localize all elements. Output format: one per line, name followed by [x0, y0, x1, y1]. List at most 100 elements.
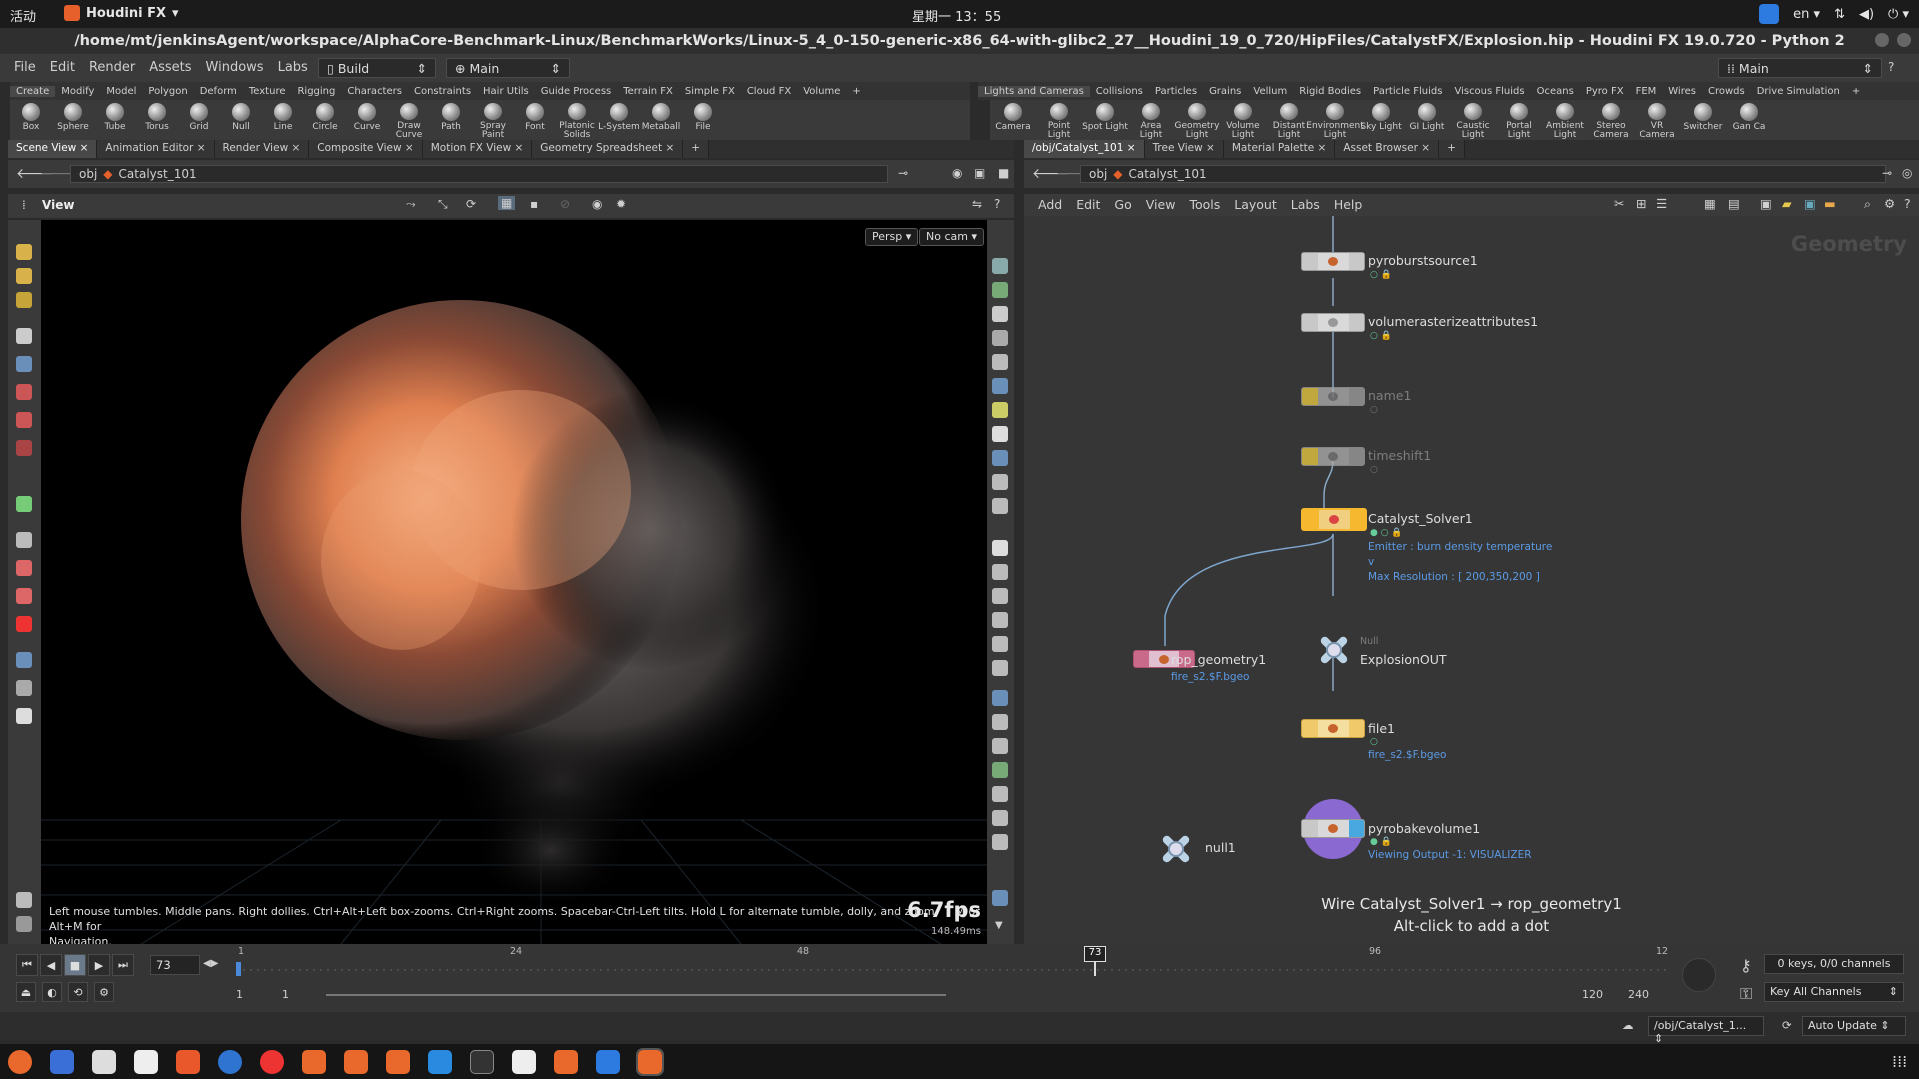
render-region-icon[interactable]: ✹ [616, 197, 626, 211]
shelf-tool[interactable]: Caustic Light [1450, 100, 1496, 140]
shelf-tab[interactable]: Create [10, 85, 56, 97]
shelf-tool[interactable]: Metaball [640, 100, 682, 140]
point-icon[interactable] [992, 540, 1008, 556]
editor-icon[interactable] [134, 1050, 158, 1074]
houdini-app-icon[interactable] [344, 1050, 368, 1074]
lock-icon[interactable] [992, 306, 1008, 322]
scene-viewport[interactable]: Persp ▾ No cam ▾ Left mouse tumbles. Mid… [41, 220, 987, 944]
display-icon[interactable] [992, 474, 1008, 490]
network-menu-tools[interactable]: Tools [1189, 197, 1220, 212]
shelf-tool[interactable]: VR Camera [1634, 100, 1680, 140]
playhead-marker[interactable]: 73 [1084, 946, 1106, 962]
rotate-tool-icon[interactable] [16, 412, 32, 428]
shelf-tool[interactable]: Platonic Solids [556, 100, 598, 140]
close-icon[interactable]: × [1203, 142, 1215, 154]
menu-assets[interactable]: Assets [149, 60, 191, 75]
select-lock-icon[interactable] [16, 356, 32, 372]
range-slider[interactable] [326, 994, 946, 996]
handle-tool-icon[interactable] [16, 244, 32, 260]
shelf-tab[interactable]: Model [100, 86, 142, 97]
pane-tab[interactable]: Animation Editor × [97, 140, 215, 158]
settings-icon[interactable]: ⚙ [94, 982, 114, 1002]
search-icon[interactable]: ⌕ [1864, 196, 1871, 212]
display-icon[interactable] [992, 330, 1008, 346]
layout-icon[interactable]: ▣ [974, 166, 985, 180]
network-menu-layout[interactable]: Layout [1234, 197, 1277, 212]
power-icon[interactable]: ⏻ ▾ [1888, 7, 1909, 22]
shelf-tool[interactable]: Distant Light [1266, 100, 1312, 140]
help-icon[interactable]: ? [1904, 196, 1911, 211]
shelf-tool[interactable]: Sky Light [1358, 100, 1404, 140]
shelf-tab[interactable]: Pyro FX [1580, 86, 1630, 97]
network-menu-labs[interactable]: Labs [1291, 197, 1320, 212]
select-mode-icon[interactable]: ⟳ [466, 197, 476, 211]
shelf-tool[interactable]: L-System [598, 100, 640, 140]
houdini-app-icon[interactable] [302, 1050, 326, 1074]
add-tab-icon[interactable]: + [1439, 140, 1465, 158]
shelf-tool[interactable]: Stereo Camera [1588, 100, 1634, 140]
network-menu-go[interactable]: Go [1114, 197, 1131, 212]
shelf-tab[interactable]: Characters [341, 86, 408, 97]
shelf-tool[interactable]: Font [514, 100, 556, 140]
node-catalyst-solver[interactable] [1301, 508, 1367, 531]
shelf-tab[interactable]: Rigging [291, 86, 341, 97]
houdini-app-icon[interactable] [636, 1048, 664, 1076]
display-icon[interactable] [992, 450, 1008, 466]
shelf-tool[interactable]: Tube [94, 100, 136, 140]
shelf-tool[interactable]: Environment Light [1306, 100, 1364, 140]
houdini-app-icon[interactable] [554, 1050, 578, 1074]
node-pyroburstsource[interactable] [1301, 252, 1365, 271]
audio-icon[interactable]: ◐ [42, 982, 62, 1002]
layout-icon[interactable]: ▣ [1760, 196, 1772, 211]
shelf-tab[interactable]: Grains [1203, 86, 1247, 97]
files-icon[interactable] [92, 1050, 116, 1074]
sticky-note-icon[interactable]: ▰ [1782, 196, 1792, 211]
shelf-tab[interactable]: Wires [1662, 86, 1702, 97]
shelf-tab[interactable]: Hair Utils [477, 86, 535, 97]
move-tool-icon[interactable] [16, 384, 32, 400]
tumble-icon[interactable]: ⤳ [406, 197, 416, 212]
node-volumerasterizeattributes[interactable] [1301, 313, 1365, 332]
keys-channels-field[interactable]: 0 keys, 0/0 channels [1764, 954, 1904, 974]
clock[interactable]: 星期一 13：55 [912, 6, 1001, 25]
display-icon[interactable] [992, 762, 1008, 778]
shelf-tab[interactable]: Lights and Cameras [978, 85, 1090, 97]
firefox-icon[interactable] [8, 1050, 32, 1074]
shelf-tab[interactable]: Constraints [408, 86, 477, 97]
network-menu-edit[interactable]: Edit [1076, 197, 1100, 212]
scroll-down-icon[interactable]: ▼ [995, 920, 1003, 931]
activities-button[interactable]: 活动 [10, 6, 36, 25]
shelf-tool[interactable]: Area Light [1128, 100, 1174, 140]
shelf-tab[interactable]: Viscous Fluids [1448, 86, 1530, 97]
status-path-field[interactable]: /obj/Catalyst_1... ⇕ [1648, 1016, 1764, 1045]
view-menu-icon[interactable]: ⁞ [22, 198, 26, 212]
network-menu-add[interactable]: Add [1038, 197, 1062, 212]
shelf-tool[interactable]: Portal Light [1496, 100, 1542, 140]
add-shelf-icon[interactable]: + [846, 86, 866, 97]
display-icon[interactable] [992, 282, 1008, 298]
obj-crumb[interactable]: obj [1089, 167, 1107, 181]
network-icon[interactable]: ⇅ [1834, 7, 1845, 22]
disabled-icon[interactable]: ⊘ [560, 197, 570, 211]
shelf-tab[interactable]: Collisions [1090, 86, 1149, 97]
keys-icon[interactable]: ⚷ [1740, 956, 1752, 975]
pane-tab[interactable]: Tree View × [1144, 140, 1224, 158]
add-shelf-icon[interactable]: + [1846, 86, 1866, 97]
software-store-icon[interactable] [176, 1050, 200, 1074]
play-button[interactable]: ▶ [88, 954, 110, 976]
path-breadcrumb[interactable]: obj ◆ Catalyst_101 [1080, 165, 1886, 183]
shelf-tool[interactable]: Grid [178, 100, 220, 140]
minimize-button[interactable] [1875, 33, 1889, 47]
brush-tool-icon[interactable] [16, 292, 32, 308]
key-all-channels-dropdown[interactable]: Key All Channels ⇕ [1764, 982, 1904, 1002]
light-icon[interactable] [992, 402, 1008, 418]
houdini-app-icon[interactable] [386, 1050, 410, 1074]
pane-tab[interactable]: Asset Browser × [1335, 140, 1440, 158]
last-frame-button[interactable]: ⏭ [112, 954, 134, 976]
shelf-tab[interactable]: Simple FX [679, 86, 741, 97]
link-icon[interactable]: ◎ [1902, 166, 1912, 180]
display-icon[interactable] [992, 834, 1008, 850]
close-icon[interactable]: × [1123, 142, 1136, 154]
display-icon[interactable] [992, 660, 1008, 676]
shelf-tool[interactable]: Spot Light [1082, 100, 1128, 140]
